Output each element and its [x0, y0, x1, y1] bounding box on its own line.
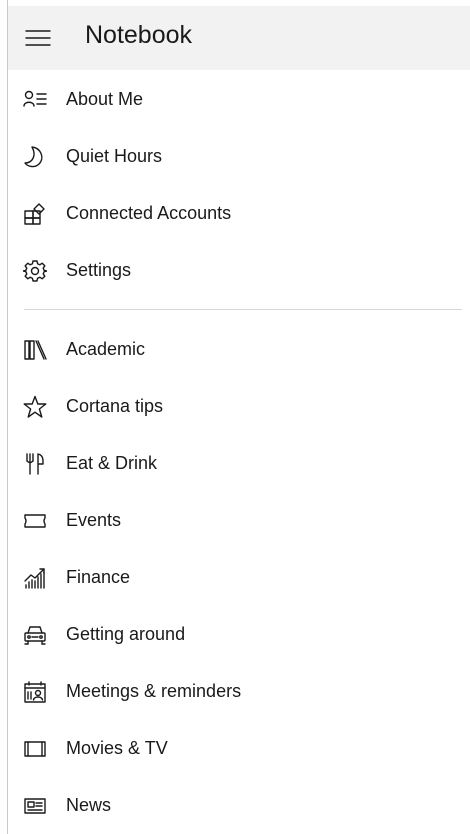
- menu-item-settings[interactable]: Settings: [8, 243, 463, 299]
- menu-item-label: Movies & TV: [66, 738, 168, 758]
- menu-item-label: Events: [66, 510, 122, 530]
- car-icon: [23, 623, 47, 647]
- film-icon: [23, 737, 47, 761]
- header-bar: Notebook: [8, 6, 470, 70]
- menu-item-label: Finance: [66, 567, 131, 587]
- menu-item-finance[interactable]: Finance: [8, 550, 463, 606]
- menu-item-movies-tv[interactable]: Movies & TV: [8, 721, 463, 777]
- section-divider: [24, 309, 462, 310]
- star-icon: [23, 395, 47, 419]
- books-icon: [23, 338, 47, 362]
- menu-item-label: Cortana tips: [66, 396, 164, 416]
- calendar-person-icon: [23, 680, 47, 704]
- newspaper-icon: [23, 794, 47, 818]
- menu-item-quiet-hours[interactable]: Quiet Hours: [8, 129, 463, 185]
- menu-item-label: News: [66, 795, 112, 815]
- gear-icon: [23, 259, 47, 283]
- menu-item-label: Connected Accounts: [66, 203, 232, 223]
- menu-item-label: Quiet Hours: [66, 146, 163, 166]
- menu-item-events[interactable]: Events: [8, 493, 463, 549]
- menu-item-cortana-tips[interactable]: Cortana tips: [8, 379, 463, 435]
- connected-accounts-icon: [23, 202, 47, 226]
- about-me-icon: [23, 88, 47, 112]
- menu-item-about-me[interactable]: About Me: [8, 72, 463, 128]
- menu-item-label: Meetings & reminders: [66, 681, 242, 701]
- fork-knife-icon: [23, 452, 47, 476]
- menu-item-label: Eat & Drink: [66, 453, 158, 473]
- menu-item-academic[interactable]: Academic: [8, 322, 463, 378]
- menu-item-label: About Me: [66, 89, 144, 109]
- menu-item-label: Academic: [66, 339, 146, 359]
- notebook-panel: Notebook About Me Quiet Hours Connected …: [7, 0, 470, 834]
- menu-item-label: Getting around: [66, 624, 186, 644]
- menu-item-eat-drink[interactable]: Eat & Drink: [8, 436, 463, 492]
- menu-item-meetings-reminders[interactable]: Meetings & reminders: [8, 664, 463, 720]
- hamburger-icon[interactable]: [24, 28, 54, 48]
- page-title: Notebook: [85, 21, 193, 49]
- chart-icon: [23, 566, 47, 590]
- menu-item-news[interactable]: News: [8, 778, 463, 834]
- menu-item-getting-around[interactable]: Getting around: [8, 607, 463, 663]
- ticket-icon: [23, 509, 47, 533]
- moon-icon: [23, 145, 47, 169]
- menu-item-connected-accounts[interactable]: Connected Accounts: [8, 186, 463, 242]
- menu-item-label: Settings: [66, 260, 132, 280]
